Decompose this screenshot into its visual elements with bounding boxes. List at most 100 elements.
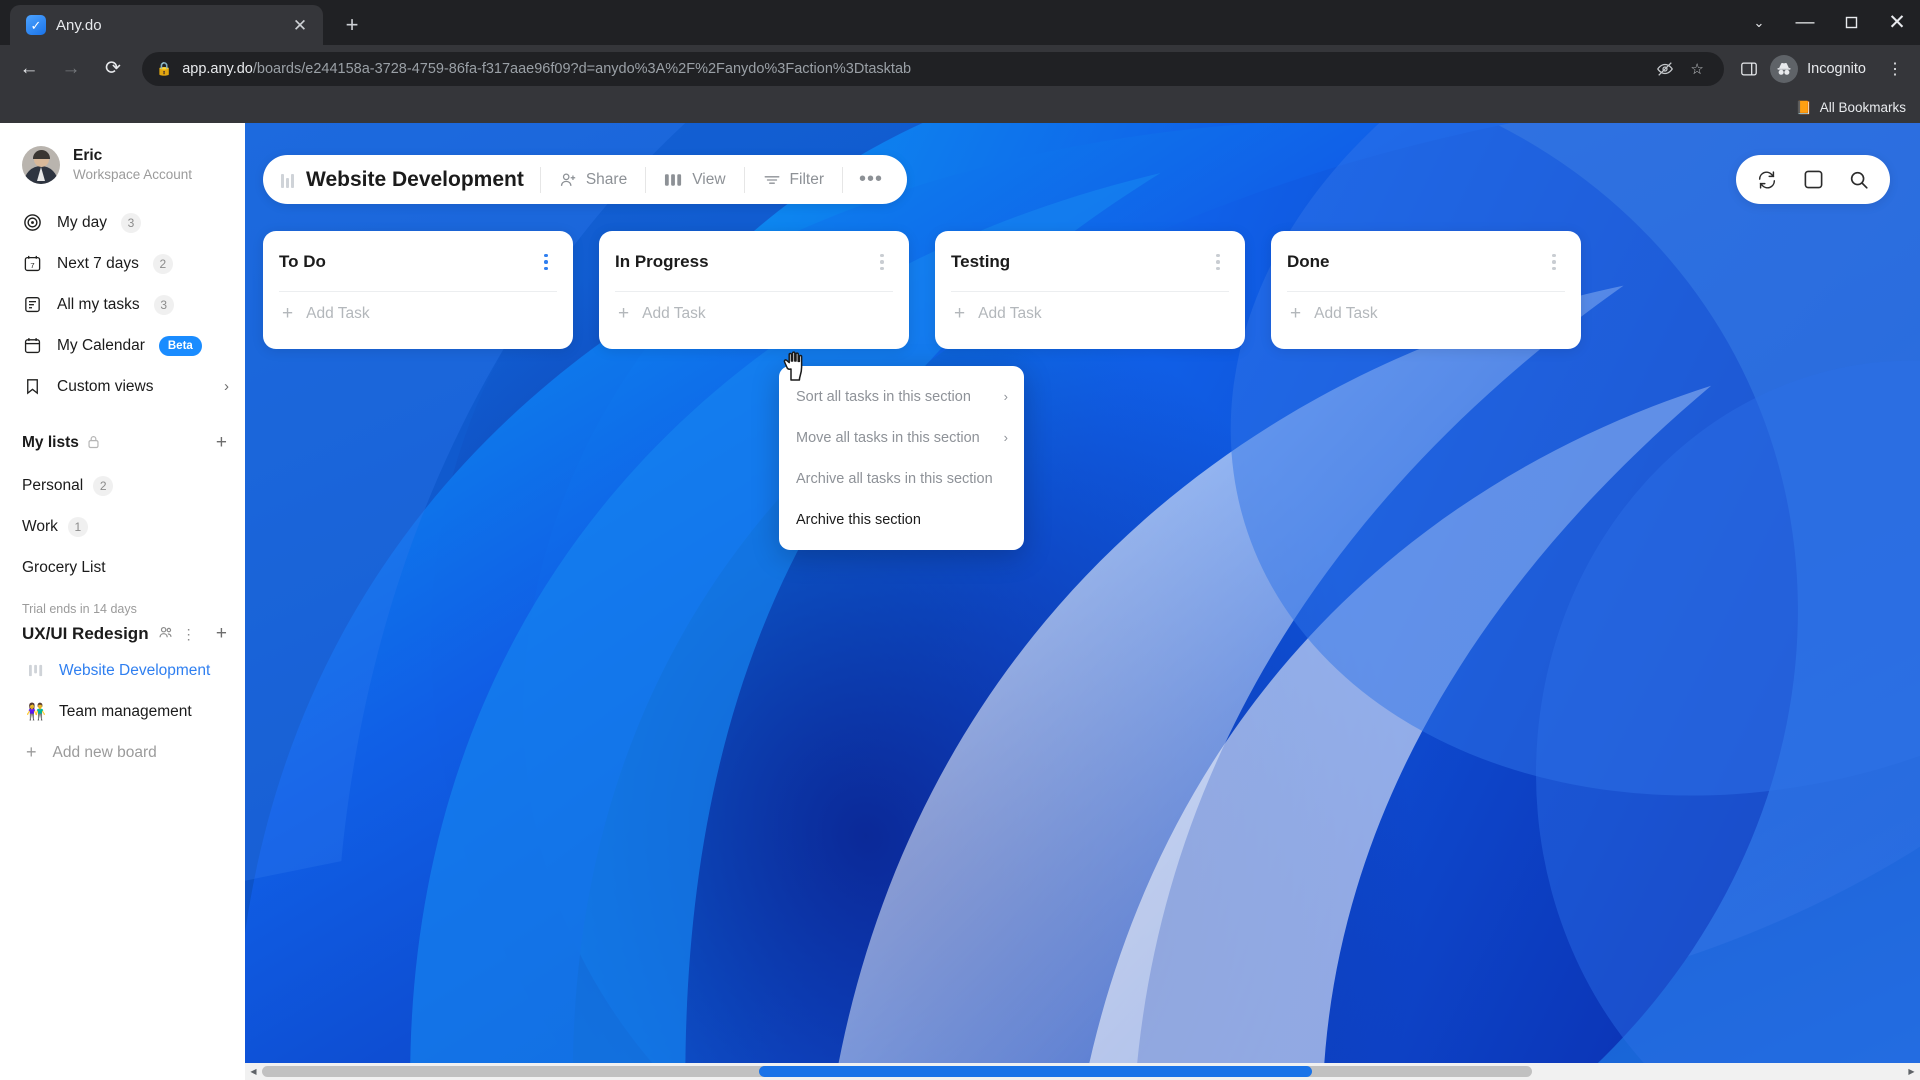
workspace-title: UX/UI Redesign [22, 624, 149, 643]
plus-icon: + [282, 302, 294, 324]
menu-item-label: Move all tasks in this section [796, 429, 980, 446]
sidebar-item-label: Custom views [57, 377, 154, 395]
svg-text:7: 7 [30, 261, 34, 270]
target-icon [22, 212, 43, 233]
mouse-cursor [781, 350, 811, 389]
sidebar-board-website-development[interactable]: Website Development [0, 650, 245, 691]
window-close-icon[interactable]: ✕ [1874, 0, 1920, 45]
add-task-label: Add Task [978, 304, 1042, 322]
horizontal-scrollbar[interactable]: ◀ ▶ [245, 1063, 1920, 1080]
workspace-boards: Website Development 👫 Team management + … [0, 650, 245, 773]
star-icon[interactable]: ☆ [1684, 56, 1710, 82]
board-column-testing: Testing + Add Task [935, 231, 1245, 349]
three-dot-menu-icon[interactable]: ⋮ [1878, 52, 1912, 86]
people-emoji-icon: 👫 [26, 703, 46, 721]
incognito-profile-chip[interactable]: Incognito [1766, 53, 1878, 85]
eye-slash-icon[interactable] [1652, 56, 1678, 82]
sidebar-board-team-management[interactable]: 👫 Team management [0, 691, 245, 732]
board-title[interactable]: Website Development [306, 168, 540, 192]
board-actions [1736, 155, 1890, 204]
columns-icon [664, 172, 683, 188]
reload-icon[interactable]: ⟳ [92, 48, 134, 90]
sync-refresh-icon[interactable] [1746, 159, 1788, 201]
forward-arrow-icon[interactable]: → [50, 48, 92, 90]
sidebar-board-label: Team management [59, 702, 192, 720]
plus-icon: + [954, 302, 966, 324]
menu-item-label: Archive all tasks in this section [796, 470, 993, 487]
menu-item-label: Archive this section [796, 511, 921, 528]
omnibox-actions: ☆ [1652, 56, 1710, 82]
filter-icon [763, 172, 781, 188]
back-arrow-icon[interactable]: ← [8, 48, 50, 90]
new-tab-button[interactable]: + [335, 8, 369, 42]
url-host: app.any.do [182, 60, 253, 77]
sidebar-board-label: Website Development [59, 661, 211, 679]
search-icon[interactable] [1838, 159, 1880, 201]
menu-item-sort-all-tasks[interactable]: Sort all tasks in this section › [779, 376, 1024, 417]
browser-tab[interactable]: ✓ Any.do ✕ [10, 5, 323, 45]
filter-label: Filter [789, 170, 824, 188]
scrollbar-thumb-active[interactable] [759, 1066, 1312, 1077]
sidebar-item-my-day[interactable]: My day 3 [0, 202, 245, 243]
workspace-header[interactable]: UX/UI Redesign ⋮ + [0, 616, 245, 650]
column-menu-button[interactable] [871, 250, 893, 274]
add-list-button[interactable]: + [216, 432, 227, 454]
all-bookmarks-label[interactable]: All Bookmarks [1820, 100, 1906, 115]
list-item-work[interactable]: Work 1 [0, 506, 245, 547]
lock-icon [87, 435, 100, 452]
add-task-button[interactable]: + Add Task [1287, 291, 1565, 335]
column-header: In Progress [615, 247, 893, 277]
board-column-done: Done + Add Task [1271, 231, 1581, 349]
address-bar[interactable]: 🔒 app.any.do/boards/e244158a-3728-4759-8… [142, 51, 1725, 86]
sidebar-item-label: My Calendar [57, 336, 145, 354]
view-label: View [692, 170, 726, 188]
add-task-button[interactable]: + Add Task [279, 291, 557, 335]
column-menu-button[interactable] [535, 250, 557, 274]
chevron-right-icon: › [224, 378, 229, 395]
maximize-icon[interactable] [1828, 0, 1874, 45]
beta-tag: Beta [158, 335, 202, 356]
filter-button[interactable]: Filter [745, 160, 842, 200]
scrollbar-track[interactable] [262, 1063, 1903, 1080]
three-dot-menu-icon[interactable]: ⋮ [182, 626, 196, 643]
chevron-down-icon[interactable]: ⌄ [1736, 0, 1782, 45]
column-header: To Do [279, 247, 557, 277]
list-item-label: Grocery List [22, 558, 106, 576]
column-menu-button[interactable] [1543, 250, 1565, 274]
calendar-icon [22, 335, 43, 356]
three-dot-horizontal-icon[interactable]: ••• [843, 168, 899, 191]
list-item-personal[interactable]: Personal 2 [0, 465, 245, 506]
add-to-workspace-button[interactable]: + [216, 623, 227, 645]
people-icon[interactable] [158, 625, 173, 643]
list-item-label: Personal [22, 476, 84, 494]
menu-item-archive-this-section[interactable]: Archive this section [779, 499, 1024, 540]
scroll-right-arrow-icon[interactable]: ▶ [1903, 1063, 1920, 1080]
minimize-icon[interactable]: — [1782, 0, 1828, 45]
list-doc-icon [22, 294, 43, 315]
scroll-left-arrow-icon[interactable]: ◀ [245, 1063, 262, 1080]
calendar-7-icon: 7 [22, 253, 43, 274]
column-menu-button[interactable] [1207, 250, 1229, 274]
my-lists-title: My lists [22, 434, 79, 451]
add-new-board-button[interactable]: + Add new board [0, 732, 245, 773]
my-lists-items: Personal 2 Work 1 Grocery List [0, 465, 245, 588]
sidebar-item-my-calendar[interactable]: My Calendar Beta [0, 325, 245, 366]
sidebar-nav: My day 3 7 Next 7 days 2 All my tasks 3 … [0, 202, 245, 407]
sidebar-item-custom-views[interactable]: Custom views › [0, 366, 245, 407]
list-item-grocery-list[interactable]: Grocery List [0, 547, 245, 588]
add-task-button[interactable]: + Add Task [951, 291, 1229, 335]
sidebar-item-next-7-days[interactable]: 7 Next 7 days 2 [0, 243, 245, 284]
add-task-button[interactable]: + Add Task [615, 291, 893, 335]
share-button[interactable]: Share [541, 160, 645, 200]
profile-block[interactable]: Eric Workspace Account [0, 141, 245, 184]
menu-item-move-all-tasks[interactable]: Move all tasks in this section › [779, 417, 1024, 458]
view-button[interactable]: View [646, 160, 743, 200]
square-layout-icon[interactable] [1792, 159, 1834, 201]
anydo-check-icon: ✓ [26, 15, 46, 35]
column-title: To Do [279, 252, 326, 271]
menu-item-archive-all-tasks[interactable]: Archive all tasks in this section [779, 458, 1024, 499]
add-task-label: Add Task [1314, 304, 1378, 322]
sidebar-item-all-my-tasks[interactable]: All my tasks 3 [0, 284, 245, 325]
side-panel-icon[interactable] [1732, 52, 1766, 86]
close-icon[interactable]: ✕ [289, 14, 311, 36]
